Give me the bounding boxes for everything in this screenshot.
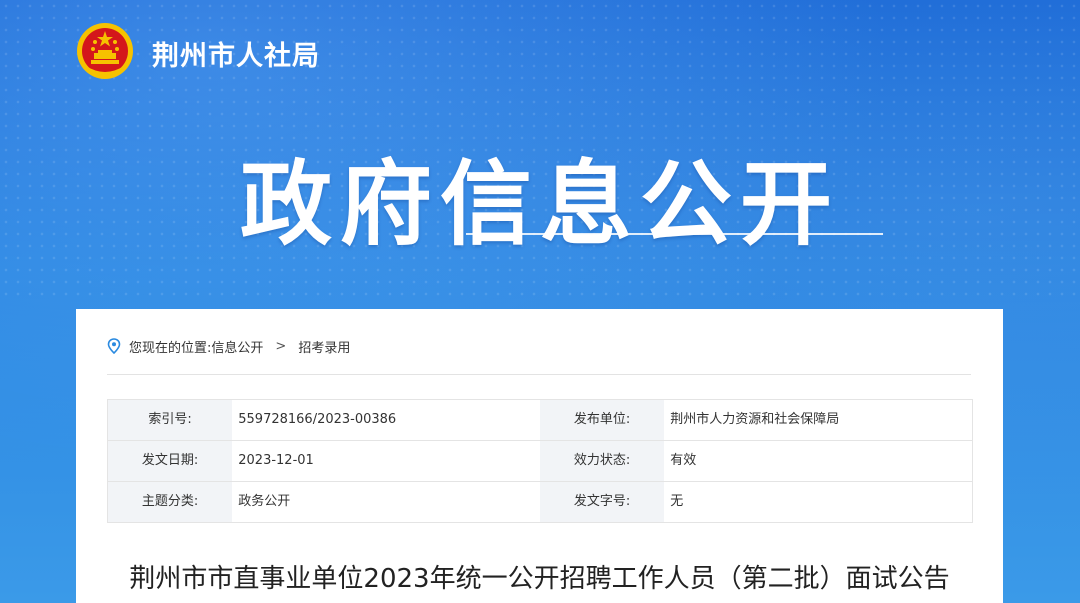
breadcrumb-separator: > xyxy=(275,338,287,354)
meta-key: 发文字号: xyxy=(540,482,665,522)
meta-row: 索引号: 559728166/2023-00386 发布单位: 荆州市人力资源和… xyxy=(108,400,972,441)
hero-title: 政府信息公开 xyxy=(239,151,840,258)
breadcrumb-item-recruitment[interactable]: 招考录用 xyxy=(298,337,350,356)
meta-key: 索引号: xyxy=(108,400,233,440)
hero-underline xyxy=(466,233,883,235)
meta-key: 发文日期: xyxy=(108,441,233,481)
content-panel: 您现在的位置: 信息公开 > 招考录用 索引号: 559728166/2023-… xyxy=(76,309,1003,603)
meta-key: 主题分类: xyxy=(108,482,233,522)
meta-value: 2023-12-01 xyxy=(238,453,314,468)
site-name[interactable]: 荆州市人社局 xyxy=(152,34,320,73)
meta-value: 559728166/2023-00386 xyxy=(238,412,397,427)
meta-value: 政务公开 xyxy=(238,494,291,509)
document-meta-table: 索引号: 559728166/2023-00386 发布单位: 荆州市人力资源和… xyxy=(107,399,973,523)
breadcrumb-prefix: 您现在的位置: xyxy=(129,340,212,356)
breadcrumb-item-info-public[interactable]: 信息公开 xyxy=(211,337,263,356)
national-emblem-icon xyxy=(77,23,133,79)
meta-row: 主题分类: 政务公开 发文字号: 无 xyxy=(108,482,972,522)
meta-value: 有效 xyxy=(670,453,697,468)
document-title: 荆州市市直事业单位2023年统一公开招聘工作人员（第二批）面试公告 xyxy=(129,564,950,594)
meta-key: 效力状态: xyxy=(540,441,665,481)
meta-value: 荆州市人力资源和社会保障局 xyxy=(670,412,840,427)
divider xyxy=(107,374,971,375)
location-pin-icon xyxy=(107,338,121,354)
meta-row: 发文日期: 2023-12-01 效力状态: 有效 xyxy=(108,441,972,482)
breadcrumb: 您现在的位置: 信息公开 > 招考录用 xyxy=(107,335,350,357)
meta-value: 无 xyxy=(670,494,684,509)
meta-key: 发布单位: xyxy=(540,400,665,440)
